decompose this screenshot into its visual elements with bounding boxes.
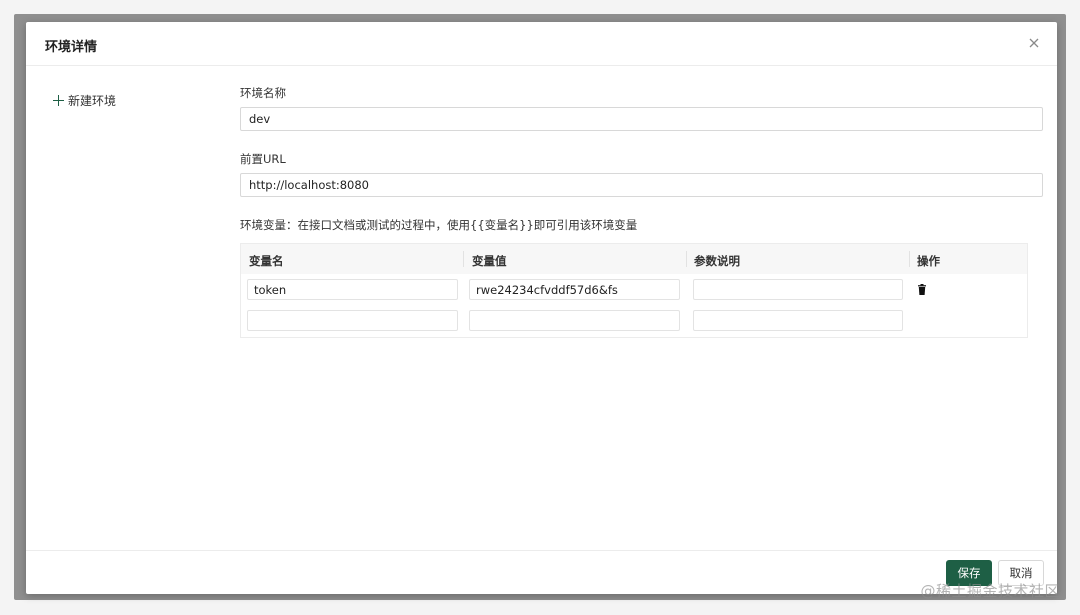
new-environment-button[interactable]: 新建环境 — [53, 92, 116, 109]
watermark: @稀土掘金技术社区 — [920, 582, 1060, 600]
env-name-input[interactable] — [240, 107, 1043, 131]
env-name-label: 环境名称 — [240, 86, 286, 100]
environment-dialog: 环境详情 新建环境 环境名称 前置URL 环境变量：在接口文档或测试的过程中，使… — [26, 22, 1057, 594]
base-url-input[interactable] — [240, 173, 1043, 197]
variable-description-input[interactable] — [693, 310, 903, 331]
dialog-footer: 保存 取消 — [26, 550, 1057, 594]
column-divider — [686, 251, 687, 267]
variable-description-input[interactable] — [693, 279, 903, 300]
variable-value-input[interactable] — [469, 279, 680, 300]
base-url-label: 前置URL — [240, 152, 286, 166]
variable-value-input[interactable] — [469, 310, 680, 331]
column-header-description: 参数说明 — [694, 254, 740, 268]
column-header-value: 变量值 — [472, 254, 507, 268]
dialog-title: 环境详情 — [45, 40, 98, 55]
dialog-header: 环境详情 — [26, 22, 1057, 66]
column-header-actions: 操作 — [917, 254, 940, 268]
close-icon — [1029, 38, 1039, 48]
table-header: 变量名 变量值 参数说明 操作 — [241, 244, 1027, 274]
column-divider — [909, 251, 910, 267]
column-header-name: 变量名 — [249, 254, 284, 268]
new-environment-label: 新建环境 — [68, 94, 117, 108]
env-variables-table: 变量名 变量值 参数说明 操作 — [240, 243, 1028, 338]
variable-name-input[interactable] — [247, 279, 458, 300]
trash-icon[interactable] — [917, 284, 927, 295]
column-divider — [463, 251, 464, 267]
env-variables-hint: 环境变量：在接口文档或测试的过程中，使用{{变量名}}即可引用该环境变量 — [240, 218, 638, 232]
close-button[interactable] — [1025, 34, 1043, 52]
plus-icon — [53, 95, 64, 106]
variable-name-input[interactable] — [247, 310, 458, 331]
